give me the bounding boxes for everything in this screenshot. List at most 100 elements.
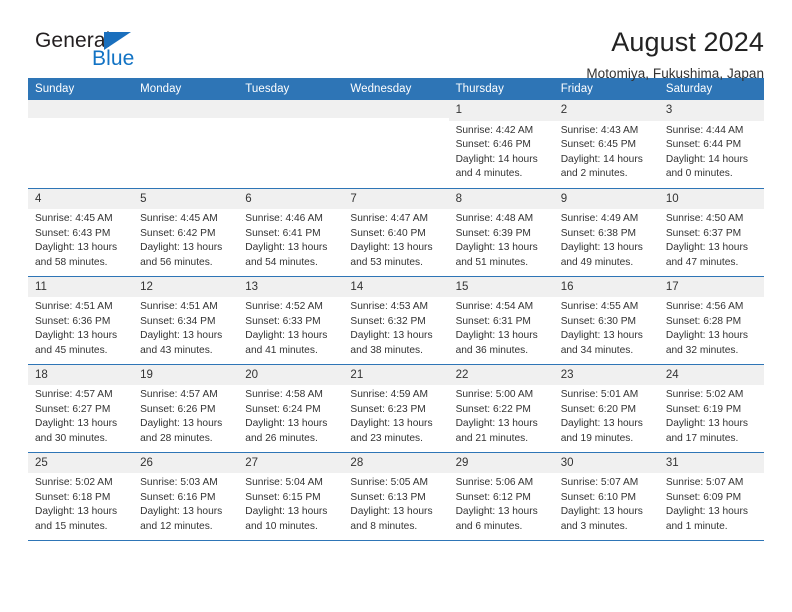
page-header: General Blue August 2024 Motomiya, Fukus… [28, 0, 764, 82]
sunrise-text: Sunrise: 5:00 AM [455, 389, 534, 401]
daylight-text-line1: Daylight: 13 hours [35, 242, 118, 254]
daylight-text-line1: Daylight: 13 hours [455, 330, 538, 342]
calendar-day-cell[interactable]: 15 Sunrise: 4:54 AM Sunset: 6:31 PM Dayligh… [448, 275, 554, 364]
sunrise-text: Sunrise: 4:43 AM [560, 124, 639, 136]
calendar-day-cell[interactable]: 23 Sunrise: 5:01 AM Sunset: 6:20 PM Dayligh… [553, 363, 659, 452]
calendar-week-row: 11 Sunrise: 4:51 AM Sunset: 6:36 PM Dayligh… [28, 275, 764, 364]
day-sun-details: Sunrise: 4:44 AM Sunset: 6:44 PM Daylight:… [659, 121, 764, 182]
sunrise-text: Sunrise: 4:53 AM [350, 301, 429, 313]
day-sun-details: Sunrise: 4:54 AM Sunset: 6:31 PM Daylight:… [449, 297, 554, 358]
daylight-text-line2: and 4 minutes. [455, 168, 523, 180]
day-sun-details: Sunrise: 4:50 AM Sunset: 6:37 PM Daylight:… [659, 209, 764, 270]
daylight-text-line2: and 8 minutes. [350, 520, 418, 532]
day-number: 12 [133, 276, 239, 298]
calendar-day-cell[interactable]: 6 Sunrise: 4:46 AM Sunset: 6:41 PM Daylight… [238, 187, 344, 276]
day-number: 15 [448, 276, 554, 298]
calendar-day-cell[interactable]: 3 Sunrise: 4:44 AM Sunset: 6:44 PM Daylight… [658, 100, 764, 188]
daylight-text-line2: and 49 minutes. [560, 256, 634, 268]
calendar-day-cell[interactable]: 28 Sunrise: 5:05 AM Sunset: 6:13 PM Dayligh… [343, 451, 449, 541]
daylight-text-line2: and 6 minutes. [455, 520, 523, 532]
calendar-week-row: 18 Sunrise: 4:57 AM Sunset: 6:27 PM Dayligh… [28, 363, 764, 452]
sunset-text: Sunset: 6:13 PM [350, 491, 426, 503]
calendar-day-cell[interactable]: 24 Sunrise: 5:02 AM Sunset: 6:19 PM Dayligh… [658, 363, 764, 452]
daylight-text-line2: and 12 minutes. [140, 520, 213, 532]
day-number [28, 100, 134, 118]
calendar-day-cell[interactable]: 8 Sunrise: 4:48 AM Sunset: 6:39 PM Daylight… [448, 187, 554, 276]
day-sun-details: Sunrise: 5:04 AM Sunset: 6:15 PM Daylight:… [238, 473, 343, 534]
calendar-day-cell[interactable]: 18 Sunrise: 4:57 AM Sunset: 6:27 PM Dayligh… [28, 363, 134, 452]
daylight-text-line1: Daylight: 13 hours [350, 418, 433, 430]
day-number: 31 [658, 452, 764, 474]
calendar-body: 1 Sunrise: 4:42 AM Sunset: 6:46 PM Daylight… [28, 100, 764, 541]
day-sun-details: Sunrise: 4:52 AM Sunset: 6:33 PM Daylight:… [238, 297, 343, 358]
calendar-day-cell[interactable]: 31 Sunrise: 5:07 AM Sunset: 6:09 PM Dayligh… [658, 451, 764, 541]
calendar-day-cell[interactable]: 19 Sunrise: 4:57 AM Sunset: 6:26 PM Dayligh… [133, 363, 239, 452]
calendar-day-cell[interactable]: 14 Sunrise: 4:53 AM Sunset: 6:32 PM Dayligh… [343, 275, 449, 364]
sunset-text: Sunset: 6:15 PM [245, 491, 321, 503]
sunrise-text: Sunrise: 4:55 AM [560, 301, 639, 313]
day-sun-details: Sunrise: 4:53 AM Sunset: 6:32 PM Daylight:… [343, 297, 448, 358]
daylight-text-line2: and 15 minutes. [35, 520, 108, 532]
day-number: 18 [28, 364, 134, 386]
calendar-day-cell[interactable]: 4 Sunrise: 4:45 AM Sunset: 6:43 PM Daylight… [28, 187, 134, 276]
calendar-day-cell[interactable]: 21 Sunrise: 4:59 AM Sunset: 6:23 PM Dayligh… [343, 363, 449, 452]
calendar-day-cell[interactable]: 7 Sunrise: 4:47 AM Sunset: 6:40 PM Daylight… [343, 187, 449, 276]
general-blue-logo[interactable]: General Blue [28, 28, 168, 80]
sunset-text: Sunset: 6:30 PM [560, 315, 637, 327]
daylight-text-line1: Daylight: 13 hours [455, 418, 538, 430]
calendar-day-cell[interactable]: 27 Sunrise: 5:04 AM Sunset: 6:15 PM Dayligh… [238, 451, 344, 541]
calendar-day-cell[interactable]: 25 Sunrise: 5:02 AM Sunset: 6:18 PM Dayligh… [28, 451, 134, 541]
day-sun-details: Sunrise: 4:57 AM Sunset: 6:26 PM Daylight:… [133, 385, 238, 446]
weekday-header-sunday: Sunday [28, 78, 134, 100]
calendar-day-cell[interactable]: 29 Sunrise: 5:06 AM Sunset: 6:12 PM Dayligh… [448, 451, 554, 541]
sunset-text: Sunset: 6:31 PM [455, 315, 531, 327]
daylight-text-line1: Daylight: 13 hours [560, 418, 643, 430]
daylight-text-line2: and 53 minutes. [350, 256, 423, 268]
calendar-day-cell[interactable]: 16 Sunrise: 4:55 AM Sunset: 6:30 PM Dayligh… [553, 275, 659, 364]
calendar-day-cell[interactable]: 20 Sunrise: 4:58 AM Sunset: 6:24 PM Dayligh… [238, 363, 344, 452]
daylight-text-line1: Daylight: 13 hours [665, 242, 748, 254]
sunrise-text: Sunrise: 5:01 AM [560, 389, 639, 401]
sunrise-text: Sunrise: 4:57 AM [35, 389, 113, 401]
calendar-day-cell[interactable]: 10 Sunrise: 4:50 AM Sunset: 6:37 PM Dayligh… [658, 187, 764, 276]
calendar-day-cell[interactable]: 12 Sunrise: 4:51 AM Sunset: 6:34 PM Dayligh… [133, 275, 239, 364]
day-number: 25 [28, 452, 134, 474]
daylight-text-line2: and 26 minutes. [245, 432, 318, 444]
calendar-day-cell[interactable]: 9 Sunrise: 4:49 AM Sunset: 6:38 PM Daylight… [553, 187, 659, 276]
calendar-day-cell[interactable]: 13 Sunrise: 4:52 AM Sunset: 6:33 PM Dayligh… [238, 275, 344, 364]
calendar-day-cell[interactable]: 22 Sunrise: 5:00 AM Sunset: 6:22 PM Dayligh… [448, 363, 554, 452]
calendar-day-cell[interactable]: 1 Sunrise: 4:42 AM Sunset: 6:46 PM Daylight… [448, 100, 554, 188]
calendar-day-cell[interactable]: 17 Sunrise: 4:56 AM Sunset: 6:28 PM Dayligh… [658, 275, 764, 364]
day-number: 1 [448, 100, 554, 121]
sunset-text: Sunset: 6:10 PM [560, 491, 637, 503]
sunset-text: Sunset: 6:23 PM [350, 403, 426, 415]
sunset-text: Sunset: 6:46 PM [455, 139, 531, 151]
day-sun-details: Sunrise: 4:46 AM Sunset: 6:41 PM Daylight:… [238, 209, 343, 270]
daylight-text-line1: Daylight: 14 hours [560, 153, 643, 165]
calendar-day-cell[interactable]: 5 Sunrise: 4:45 AM Sunset: 6:42 PM Daylight… [133, 187, 239, 276]
calendar-day-cell[interactable]: 26 Sunrise: 5:03 AM Sunset: 6:16 PM Dayligh… [133, 451, 239, 541]
calendar-page: General Blue August 2024 Motomiya, Fukus… [0, 0, 792, 612]
sunrise-text: Sunrise: 5:04 AM [245, 477, 323, 489]
daylight-text-line2: and 21 minutes. [455, 432, 529, 444]
calendar-week-row: 4 Sunrise: 4:45 AM Sunset: 6:43 PM Daylight… [28, 187, 764, 276]
sunset-text: Sunset: 6:18 PM [35, 491, 111, 503]
day-number: 3 [658, 100, 764, 121]
sunset-text: Sunset: 6:39 PM [455, 227, 531, 239]
sunrise-text: Sunrise: 4:57 AM [140, 389, 218, 401]
day-number: 6 [238, 188, 344, 210]
sunset-text: Sunset: 6:19 PM [665, 403, 742, 415]
calendar-day-cell[interactable]: 2 Sunrise: 4:43 AM Sunset: 6:45 PM Daylight… [553, 100, 659, 188]
day-number: 17 [658, 276, 764, 298]
daylight-text-line1: Daylight: 13 hours [35, 506, 118, 518]
sunset-text: Sunset: 6:38 PM [560, 227, 637, 239]
calendar-day-cell[interactable]: 11 Sunrise: 4:51 AM Sunset: 6:36 PM Dayligh… [28, 275, 134, 364]
weekday-header-monday: Monday [133, 78, 239, 100]
daylight-text-line2: and 32 minutes. [665, 344, 739, 356]
sunrise-text: Sunrise: 5:02 AM [665, 389, 744, 401]
daylight-text-line2: and 17 minutes. [665, 432, 739, 444]
day-number: 28 [343, 452, 449, 474]
daylight-text-line2: and 3 minutes. [560, 520, 628, 532]
calendar-day-cell[interactable]: 30 Sunrise: 5:07 AM Sunset: 6:10 PM Dayligh… [553, 451, 659, 541]
day-sun-details: Sunrise: 4:56 AM Sunset: 6:28 PM Daylight:… [659, 297, 764, 358]
